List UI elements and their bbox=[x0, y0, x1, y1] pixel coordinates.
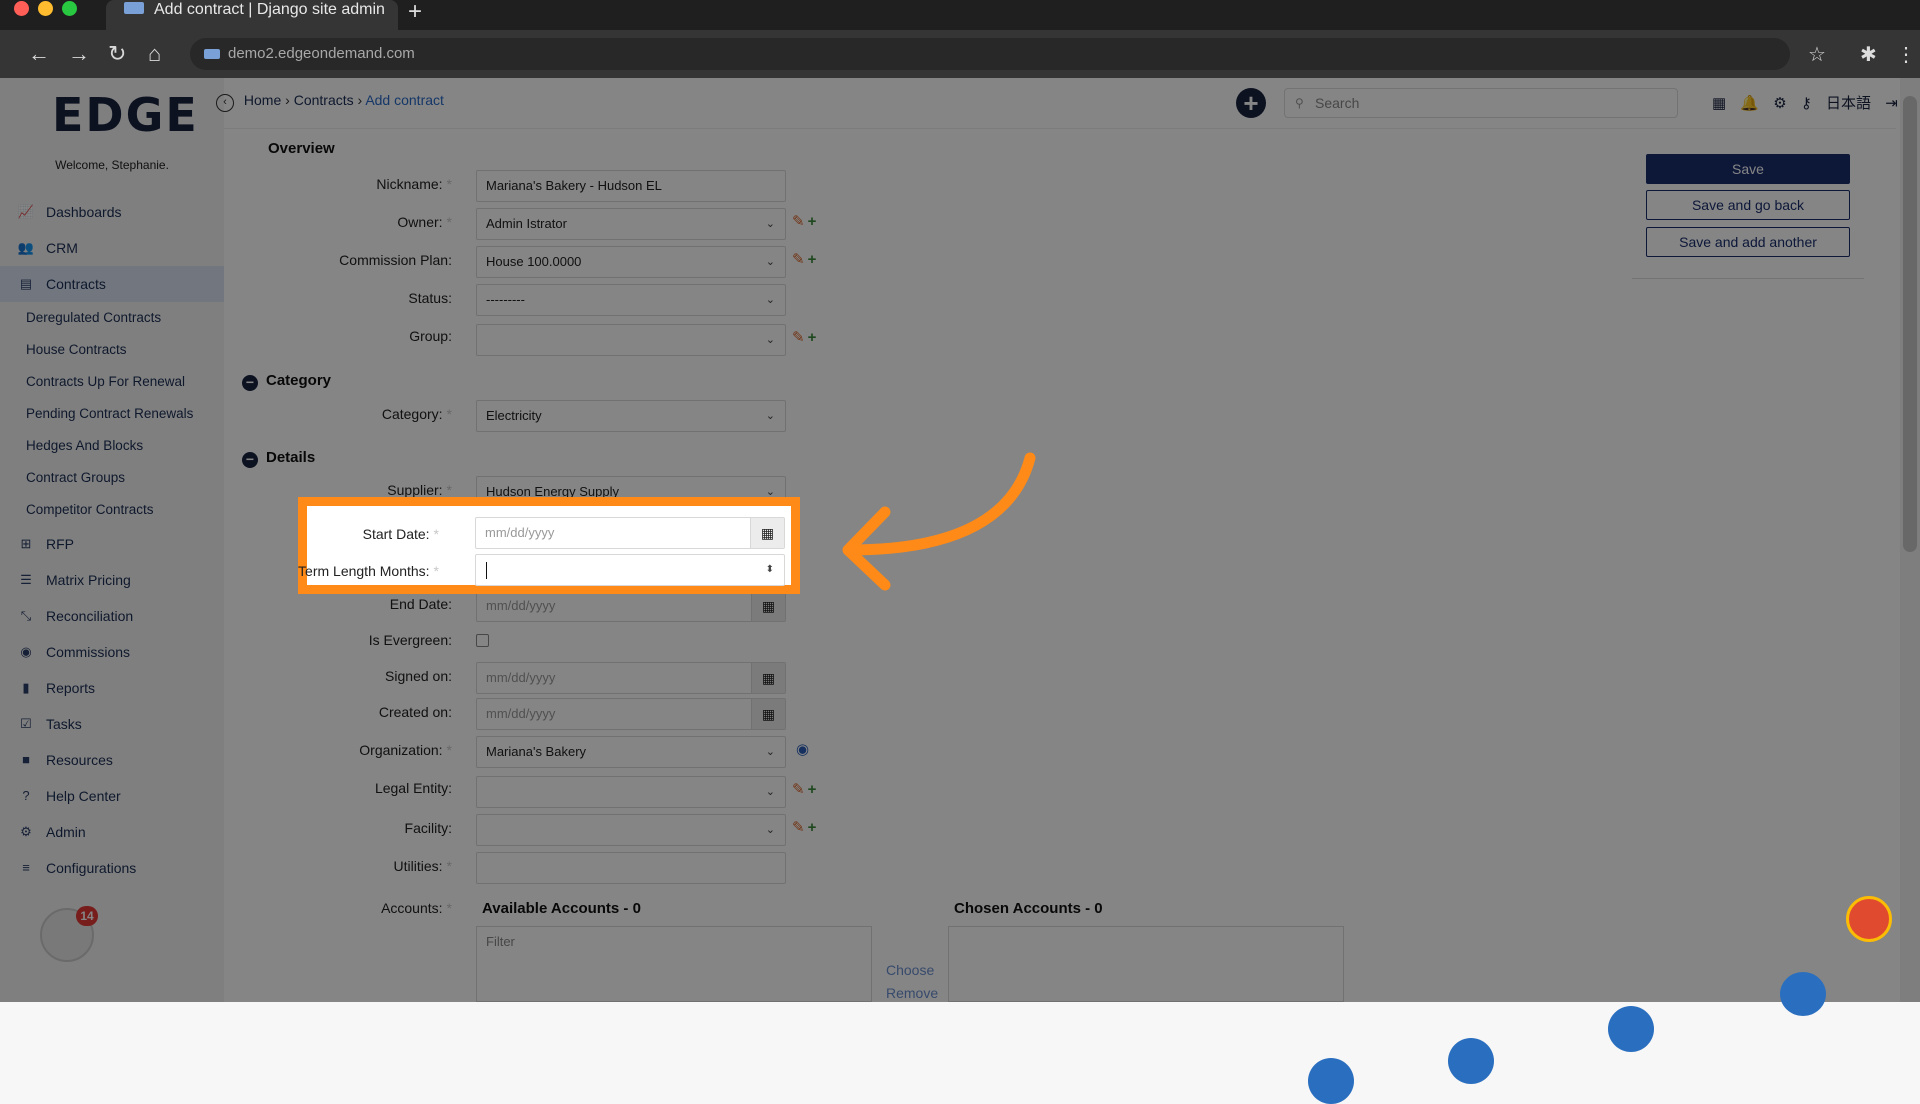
close-window-icon[interactable] bbox=[14, 1, 29, 16]
url-text: demo2.edgeondemand.com bbox=[228, 45, 415, 62]
start-date-label: Start Date: * bbox=[362, 526, 439, 542]
maximize-window-icon[interactable] bbox=[62, 1, 77, 16]
bookmark-star-icon[interactable]: ☆ bbox=[1808, 42, 1826, 67]
curved-arrow-icon bbox=[842, 452, 1036, 591]
spinner-updown-icon[interactable]: ⬍ bbox=[766, 555, 774, 585]
term-length-label: Term Length Months: * bbox=[298, 563, 439, 579]
address-bar[interactable]: demo2.edgeondemand.com bbox=[190, 38, 1790, 70]
reload-icon[interactable]: ↻ bbox=[108, 42, 126, 66]
minimize-window-icon[interactable] bbox=[38, 1, 53, 16]
extensions-puzzle-icon[interactable]: ✱ bbox=[1860, 42, 1877, 67]
assistant-avatar-icon[interactable] bbox=[1846, 896, 1892, 942]
highlight-box: Start Date: * mm/dd/yyyy ▦ Term Length Mon… bbox=[298, 497, 800, 594]
site-favicon-icon bbox=[124, 2, 144, 14]
term-length-input[interactable]: ⬍ bbox=[475, 554, 785, 586]
new-tab-button[interactable]: + bbox=[408, 0, 422, 26]
calendar-icon[interactable]: ▦ bbox=[750, 518, 784, 548]
browser-window: Add contract | Django site admin + ← → ↻… bbox=[0, 0, 1920, 1002]
tab-bar: Add contract | Django site admin + bbox=[0, 0, 1920, 30]
start-date-placeholder: mm/dd/yyyy bbox=[485, 525, 555, 540]
browser-toolbar: ← → ↻ ⌂ demo2.edgeondemand.com ☆ ✱ ⋮ bbox=[0, 30, 1920, 78]
decorative-bubble bbox=[1448, 1038, 1494, 1084]
tab-title: Add contract | Django site admin bbox=[154, 1, 385, 18]
home-icon[interactable]: ⌂ bbox=[148, 42, 161, 66]
decorative-bubble bbox=[1780, 972, 1826, 1016]
back-arrow-icon[interactable]: ← bbox=[28, 42, 50, 66]
forward-arrow-icon[interactable]: → bbox=[68, 42, 90, 66]
browser-menu-icon[interactable]: ⋮ bbox=[1896, 42, 1916, 67]
browser-tab[interactable]: Add contract | Django site admin bbox=[106, 0, 398, 30]
decorative-bubble bbox=[1308, 1058, 1354, 1104]
site-info-icon[interactable] bbox=[204, 49, 220, 59]
text-cursor bbox=[486, 562, 487, 579]
decorative-bubble bbox=[1608, 1006, 1654, 1052]
start-date-input[interactable]: mm/dd/yyyy ▦ bbox=[475, 517, 785, 549]
